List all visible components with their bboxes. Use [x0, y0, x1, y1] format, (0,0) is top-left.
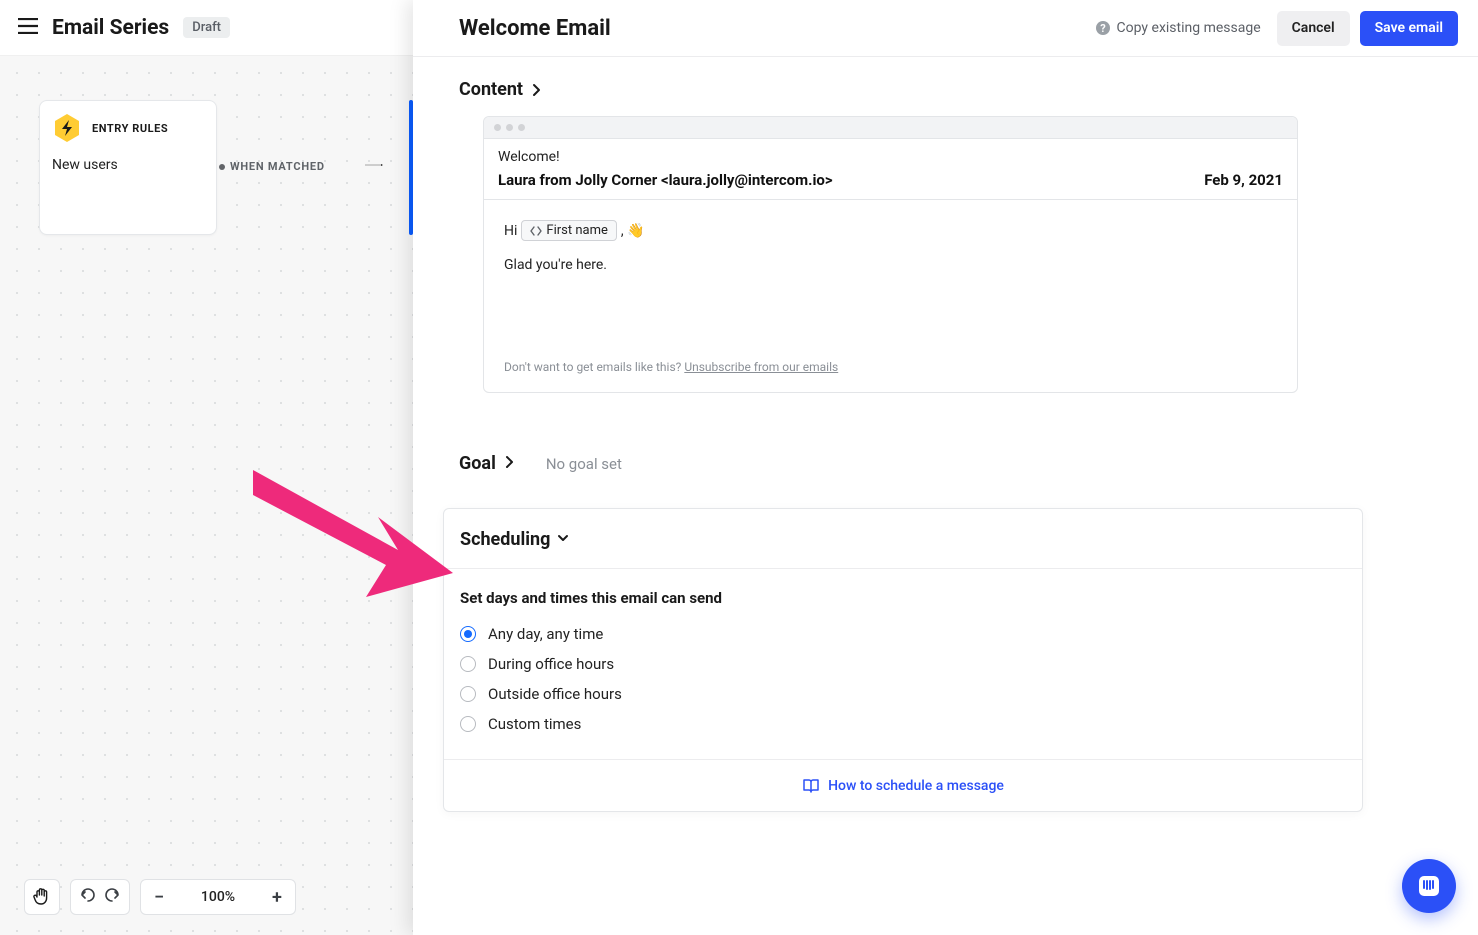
- scheduling-label: Scheduling: [460, 529, 550, 550]
- zoom-in-button[interactable]: +: [259, 880, 295, 914]
- svg-text:?: ?: [1100, 22, 1106, 35]
- series-canvas[interactable]: ENTRY RULES New users WHEN MATCHED − 100: [0, 56, 413, 935]
- window-dot-icon: [506, 124, 513, 131]
- node-tag: ENTRY RULES: [92, 122, 168, 135]
- radio-input[interactable]: [460, 626, 476, 642]
- goal-label: Goal: [459, 453, 496, 474]
- status-badge: Draft: [183, 17, 230, 38]
- messenger-launcher[interactable]: [1402, 859, 1456, 913]
- window-chrome: [484, 117, 1297, 139]
- hand-icon: [33, 887, 51, 907]
- edge-label-text: WHEN MATCHED: [230, 160, 325, 173]
- email-body[interactable]: Hi First name , 👋 Glad you're here.: [484, 200, 1297, 360]
- chevron-down-icon: [556, 531, 570, 549]
- attribute-chip-label: First name: [546, 223, 607, 238]
- drawer-body: Content Welcome! Laura from Jolly Corner…: [413, 57, 1478, 935]
- menu-icon[interactable]: [18, 18, 38, 38]
- copy-existing-label: Copy existing message: [1117, 20, 1261, 36]
- goal-section-header[interactable]: Goal No goal set: [459, 453, 1458, 474]
- scheduling-section-header[interactable]: Scheduling: [444, 509, 1362, 568]
- edge-arrow-icon: [338, 164, 410, 166]
- entry-rules-node[interactable]: ENTRY RULES New users: [39, 100, 217, 235]
- redo-button[interactable]: [105, 887, 121, 907]
- radio-input[interactable]: [460, 656, 476, 672]
- expand-arrows-icon: [530, 226, 542, 236]
- attribute-chip[interactable]: First name: [521, 220, 616, 241]
- schedule-option-office[interactable]: During office hours: [460, 649, 1346, 679]
- save-email-button[interactable]: Save email: [1360, 11, 1458, 46]
- unsubscribe-footer: Don't want to get emails like this? Unsu…: [484, 360, 1297, 392]
- radio-label: Custom times: [488, 715, 581, 733]
- unsubscribe-link[interactable]: Unsubscribe from our emails: [684, 360, 838, 374]
- scheduling-subheading: Set days and times this email can send: [460, 589, 1346, 607]
- schedule-option-custom[interactable]: Custom times: [460, 709, 1346, 739]
- email-date: Feb 9, 2021: [1204, 171, 1283, 189]
- scheduling-body: Set days and times this email can send A…: [444, 568, 1362, 759]
- goal-status: No goal set: [546, 455, 622, 473]
- email-editor-drawer: Welcome Email ? Copy existing message Ca…: [413, 0, 1478, 935]
- radio-label: Outside office hours: [488, 685, 622, 703]
- edge-label: WHEN MATCHED: [219, 160, 325, 173]
- greeting-prefix: Hi: [504, 223, 517, 239]
- lightning-icon: [52, 113, 82, 143]
- scheduling-help-label: How to schedule a message: [828, 778, 1004, 794]
- undo-button[interactable]: [79, 887, 95, 907]
- unsubscribe-prefix: Don't want to get emails like this?: [504, 360, 684, 374]
- email-body-line: Glad you're here.: [504, 257, 1277, 273]
- drawer-title: Welcome Email: [459, 16, 1095, 41]
- book-icon: [802, 778, 820, 794]
- window-dot-icon: [518, 124, 525, 131]
- canvas-toolbar: − 100% +: [24, 879, 296, 915]
- content-section-header[interactable]: Content: [459, 79, 1458, 100]
- chevron-right-icon: [529, 83, 543, 97]
- topbar: Email Series Draft: [0, 0, 413, 56]
- email-subject: Welcome!: [498, 149, 1283, 165]
- drawer-header: Welcome Email ? Copy existing message Ca…: [413, 0, 1478, 57]
- schedule-option-any[interactable]: Any day, any time: [460, 619, 1346, 649]
- history-buttons: [70, 879, 130, 915]
- schedule-option-outside[interactable]: Outside office hours: [460, 679, 1346, 709]
- greeting-suffix: , 👋: [621, 223, 645, 239]
- zoom-level: 100%: [201, 889, 235, 905]
- copy-existing-message-link[interactable]: ? Copy existing message: [1095, 20, 1261, 36]
- help-icon: ?: [1095, 20, 1111, 36]
- pan-tool-button[interactable]: [24, 879, 60, 915]
- zoom-control: − 100% +: [140, 879, 296, 915]
- chevron-right-icon: [502, 455, 516, 473]
- content-section-label: Content: [459, 79, 523, 100]
- email-from: Laura from Jolly Corner <laura.jolly@int…: [498, 171, 833, 189]
- scheduling-help-link[interactable]: How to schedule a message: [444, 759, 1362, 811]
- radio-label: During office hours: [488, 655, 614, 673]
- radio-input[interactable]: [460, 686, 476, 702]
- page-title: Email Series: [52, 16, 169, 40]
- window-dot-icon: [494, 124, 501, 131]
- messenger-icon: [1416, 873, 1442, 899]
- zoom-out-button[interactable]: −: [141, 880, 177, 914]
- edge-dot-icon: [219, 164, 225, 170]
- node-description: New users: [52, 157, 204, 173]
- email-preview-card[interactable]: Welcome! Laura from Jolly Corner <laura.…: [483, 116, 1298, 393]
- email-header: Welcome! Laura from Jolly Corner <laura.…: [484, 139, 1297, 200]
- scheduling-card: Scheduling Set days and times this email…: [443, 508, 1363, 812]
- radio-label: Any day, any time: [488, 625, 603, 643]
- cancel-button[interactable]: Cancel: [1277, 11, 1350, 46]
- radio-input[interactable]: [460, 716, 476, 732]
